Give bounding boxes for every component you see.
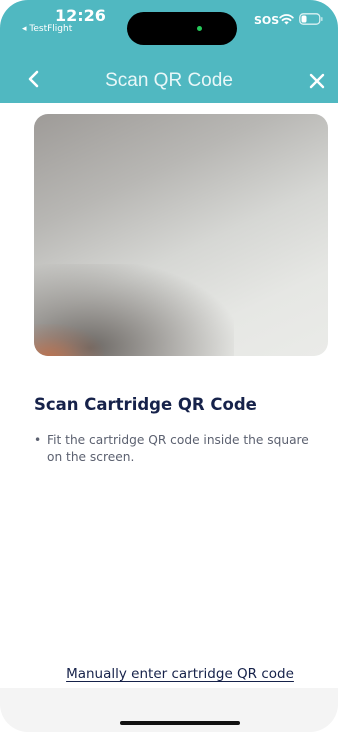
battery-icon <box>299 13 323 25</box>
bottom-safe-area <box>0 688 338 732</box>
close-icon[interactable] <box>306 70 328 92</box>
dynamic-island <box>127 12 237 45</box>
manual-entry-link[interactable]: Manually enter cartridge QR code <box>0 666 338 682</box>
scan-heading: Scan Cartridge QR Code <box>34 395 257 414</box>
bullet-point: • <box>34 433 42 447</box>
instruction-list: • Fit the cartridge QR code inside the s… <box>34 432 314 466</box>
camera-preview <box>34 114 328 356</box>
sos-label: SOS <box>254 14 280 27</box>
back-to-testflight-link[interactable]: ◂ TestFlight <box>22 24 72 34</box>
page-title: Scan QR Code <box>105 70 233 91</box>
status-bar: 12:26 ◂ TestFlight SOS <box>0 0 338 57</box>
phone-screen: 12:26 ◂ TestFlight SOS Scan QR Code Scan… <box>0 0 338 732</box>
camera-indicator-dot <box>197 26 202 31</box>
instruction-item: • Fit the cartridge QR code inside the s… <box>34 432 314 466</box>
status-time: 12:26 <box>55 6 106 25</box>
instruction-text: Fit the cartridge QR code inside the squ… <box>47 433 309 464</box>
wifi-icon <box>279 14 294 25</box>
navigation-bar: Scan QR Code <box>0 57 338 103</box>
home-indicator[interactable] <box>120 721 240 725</box>
